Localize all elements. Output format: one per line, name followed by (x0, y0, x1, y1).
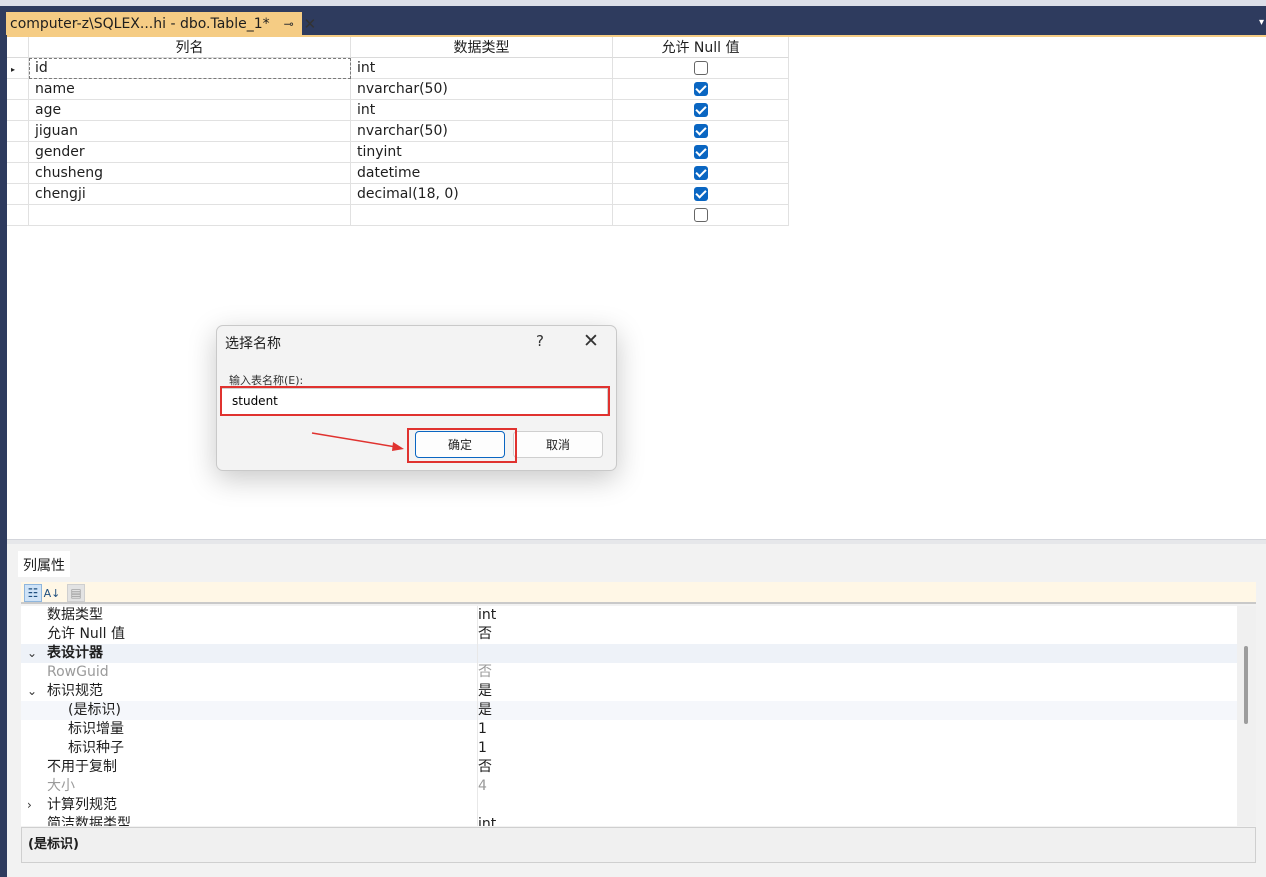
properties-toolbar: ☷ A↓ ▤ (21, 582, 1256, 604)
property-value[interactable]: 4 (477, 777, 487, 796)
property-value[interactable] (477, 644, 478, 663)
property-row[interactable]: ⌄ 表设计器 (21, 644, 1237, 663)
property-row[interactable]: RowGuid 否 (21, 663, 1237, 682)
chevron-right-icon[interactable]: › (27, 796, 32, 815)
property-pages-icon[interactable]: ▤ (67, 584, 85, 602)
property-name: 表设计器 (47, 645, 103, 661)
property-name: 大小 (47, 778, 75, 794)
property-name: 不用于复制 (47, 759, 117, 775)
scrollbar-thumb[interactable] (1244, 646, 1248, 724)
property-grid: 数据类型 int 允许 Null 值否 ⌄ 表设计器 RowGuid 否 ⌄ 标识规范是 (是标识… (21, 606, 1237, 826)
property-row[interactable]: ⌄ 标识规范 是 (21, 682, 1237, 701)
tab-column-properties[interactable]: 列属性 (18, 551, 70, 577)
property-grid-scrollbar[interactable] (1237, 606, 1256, 826)
property-name: 计算列规范 (47, 797, 117, 813)
property-name: 标识规范 (47, 683, 103, 699)
property-row[interactable]: 不用于复制 否 (21, 758, 1237, 777)
property-row[interactable]: 简洁数据类型 int (21, 815, 1237, 826)
property-value[interactable]: 1 (477, 720, 487, 739)
property-value[interactable]: 是 (477, 701, 492, 720)
property-name: 允许 Null 值 (47, 626, 126, 642)
property-name: (是标识) (68, 702, 121, 718)
property-description: (是标识) (21, 827, 1256, 863)
property-row[interactable]: › 计算列规范 (21, 796, 1237, 815)
property-value[interactable]: 否 (477, 758, 492, 777)
property-value[interactable]: 1 (477, 739, 487, 758)
categorized-icon[interactable]: ☷ (24, 584, 42, 602)
property-name: RowGuid (47, 664, 109, 680)
property-row[interactable]: 允许 Null 值 否 (21, 625, 1237, 644)
property-value[interactable]: int (477, 815, 496, 826)
property-name: 数据类型 (47, 607, 103, 623)
property-name: 标识增量 (68, 721, 124, 737)
property-value[interactable]: 否 (477, 625, 492, 644)
property-row[interactable]: (是标识) 是 (21, 701, 1237, 720)
chevron-down-icon[interactable]: ⌄ (27, 644, 37, 663)
property-name: 简洁数据类型 (47, 816, 131, 826)
property-row[interactable]: 大小 4 (21, 777, 1237, 796)
property-row[interactable]: 标识增量 1 (21, 720, 1237, 739)
property-row[interactable]: 标识种子 1 (21, 739, 1237, 758)
property-value[interactable]: int (477, 606, 496, 625)
property-value[interactable]: 否 (477, 663, 492, 682)
sort-alphabetical-icon[interactable]: A↓ (43, 584, 61, 602)
arrow-line (311, 432, 397, 448)
arrow-head (392, 442, 404, 451)
property-value[interactable]: 是 (477, 682, 492, 701)
property-row[interactable]: 数据类型 int (21, 606, 1237, 625)
property-value[interactable] (477, 796, 478, 815)
chevron-down-icon[interactable]: ⌄ (27, 682, 37, 701)
property-name: 标识种子 (68, 740, 124, 756)
